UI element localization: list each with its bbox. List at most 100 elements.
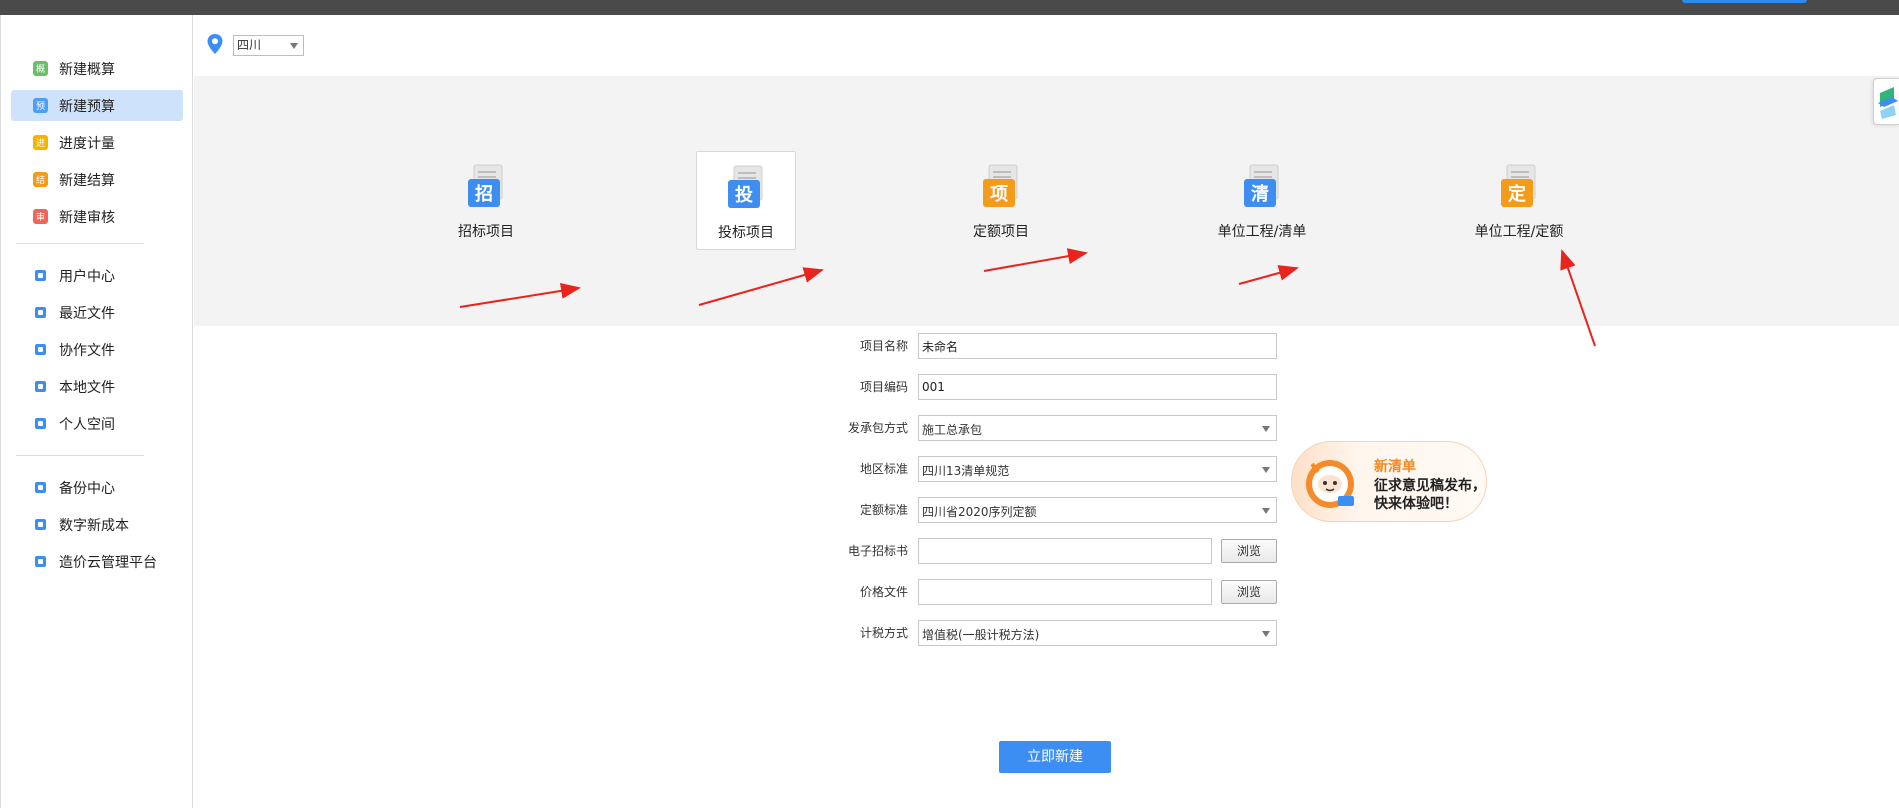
project-type-label: 定额项目 — [973, 224, 1029, 240]
sidebar-item[interactable]: 审新建审核 — [11, 201, 183, 232]
price-file-row: 价格文件 浏览 — [800, 579, 1280, 605]
sidebar-item[interactable]: 用户中心 — [11, 260, 183, 291]
tax-mode-select[interactable]: 增值税(一般计税方法) — [918, 620, 1277, 646]
tax-mode-value: 增值税(一般计税方法) — [922, 628, 1040, 642]
project-type-label: 单位工程/定额 — [1474, 224, 1564, 240]
layers-icon — [1878, 87, 1898, 119]
chevron-down-icon — [1262, 631, 1270, 637]
sidebar-item-label: 新建审核 — [59, 209, 115, 226]
sidebar-item-label: 个人空间 — [59, 416, 115, 433]
sidebar-item-label: 备份中心 — [59, 480, 115, 497]
region-select[interactable]: 四川 — [233, 35, 304, 56]
tax-mode-label: 计税方式 — [859, 626, 908, 640]
mascot-icon — [1306, 460, 1354, 508]
svg-text:招: 招 — [475, 183, 493, 205]
sidebar-item[interactable]: 协作文件 — [11, 334, 183, 365]
project-type-card[interactable]: 项定额项目 — [951, 151, 1051, 250]
project-code-input[interactable] — [918, 374, 1277, 400]
collaboration-icon — [33, 342, 48, 357]
svg-text:清: 清 — [1251, 184, 1269, 205]
audit-icon: 审 — [33, 209, 48, 224]
progress-icon: 进 — [33, 135, 48, 150]
sidebar-item[interactable]: 最近文件 — [11, 297, 183, 328]
price-file-browse-button[interactable]: 浏览 — [1221, 580, 1277, 604]
project-type-card[interactable]: 投投标项目 — [696, 151, 796, 250]
contract-mode-value: 施工总承包 — [922, 423, 983, 437]
project-code-row: 项目编码 — [800, 374, 1280, 400]
promo-line-1: 征求意见稿发布， — [1374, 478, 1486, 494]
sidebar-item-label: 新建概算 — [59, 61, 115, 78]
svg-text:定: 定 — [1508, 183, 1526, 205]
quota-standard-row: 定额标准 四川省2020序列定额 — [800, 497, 1280, 523]
project-name-row: 项目名称 — [800, 333, 1280, 359]
unit-bill-icon: 清 — [1240, 163, 1284, 209]
sidebar: 概新建概算预新建预算进进度计量结新建结算审新建审核 用户中心最近文件协作文件本地… — [0, 15, 193, 808]
sidebar-item-label: 协作文件 — [59, 342, 115, 359]
sidebar-item-label: 新建预算 — [59, 98, 115, 115]
sidebar-item[interactable]: 个人空间 — [11, 408, 183, 439]
project-name-input[interactable] — [918, 333, 1277, 359]
svg-text:项: 项 — [990, 184, 1008, 205]
chevron-down-icon — [1262, 467, 1270, 473]
sidebar-item[interactable]: 概新建概算 — [11, 53, 183, 84]
quota-standard-select[interactable]: 四川省2020序列定额 — [918, 497, 1277, 523]
title-bar-button[interactable] — [1682, 0, 1807, 3]
contract-mode-row: 发承包方式 施工总承包 — [800, 415, 1280, 441]
local-files-icon — [33, 379, 48, 394]
sidebar-divider — [16, 243, 144, 244]
sidebar-item[interactable]: 本地文件 — [11, 371, 183, 402]
tender-doc-browse-button[interactable]: 浏览 — [1221, 539, 1277, 563]
svg-text:投: 投 — [735, 184, 753, 206]
sidebar-item[interactable]: 备份中心 — [11, 472, 183, 503]
cloud-platform-icon — [33, 554, 48, 569]
sidebar-item[interactable]: 数字新成本 — [11, 509, 183, 540]
user-icon — [33, 268, 48, 283]
title-bar — [0, 0, 1899, 15]
price-file-label: 价格文件 — [859, 585, 908, 599]
digital-cost-icon — [33, 517, 48, 532]
contract-mode-select[interactable]: 施工总承包 — [918, 415, 1277, 441]
region-standard-row: 地区标准 四川13清单规范 — [800, 456, 1280, 482]
chevron-down-icon — [290, 43, 298, 49]
project-type-card[interactable]: 清单位工程/清单 — [1212, 151, 1312, 250]
settlement-icon: 结 — [33, 172, 48, 187]
sidebar-divider — [16, 455, 144, 456]
bid-submit-icon: 投 — [724, 164, 768, 210]
chevron-down-icon — [1262, 426, 1270, 432]
unit-quota-icon: 定 — [1497, 163, 1541, 209]
chevron-down-icon — [1262, 508, 1270, 514]
side-panel-toggle[interactable] — [1873, 78, 1899, 125]
new-bill-promo[interactable]: 新清单 征求意见稿发布， 快来体验吧！ — [1291, 441, 1487, 522]
project-type-panel: 招招标项目 投投标项目 项定额项目 清单位工程/清单 定单位工程/定额 — [194, 76, 1899, 326]
sidebar-item[interactable]: 结新建结算 — [11, 164, 183, 195]
location-pin-icon — [207, 34, 223, 54]
sidebar-item[interactable]: 进进度计量 — [11, 127, 183, 158]
project-type-card[interactable]: 定单位工程/定额 — [1469, 151, 1569, 250]
project-type-label: 招标项目 — [458, 224, 514, 240]
region-standard-select[interactable]: 四川13清单规范 — [918, 456, 1277, 482]
tender-doc-row: 电子招标书 浏览 — [800, 538, 1280, 564]
backup-icon — [33, 480, 48, 495]
quota-standard-label: 定额标准 — [859, 503, 908, 517]
sidebar-item-label: 进度计量 — [59, 135, 115, 152]
recent-files-icon — [33, 305, 48, 320]
region-bar: 四川 — [194, 15, 1899, 76]
sidebar-item-label: 用户中心 — [59, 268, 115, 285]
promo-title: 新清单 — [1374, 459, 1416, 475]
personal-space-icon — [33, 416, 48, 431]
project-type-card[interactable]: 招招标项目 — [436, 151, 536, 250]
price-file-input[interactable] — [918, 579, 1212, 605]
sidebar-item[interactable]: 预新建预算 — [11, 90, 183, 121]
project-type-label: 投标项目 — [718, 225, 774, 241]
sidebar-item[interactable]: 造价云管理平台 — [11, 546, 183, 577]
project-code-label: 项目编码 — [859, 380, 908, 394]
tender-doc-label: 电子招标书 — [847, 544, 908, 558]
budget-icon: 预 — [33, 98, 48, 113]
sidebar-item-label: 本地文件 — [59, 379, 115, 396]
project-name-label: 项目名称 — [859, 339, 908, 353]
tender-doc-input[interactable] — [918, 538, 1212, 564]
quota-project-icon: 项 — [979, 163, 1023, 209]
create-now-button[interactable]: 立即新建 — [999, 741, 1111, 773]
region-standard-label: 地区标准 — [859, 462, 908, 476]
sidebar-item-label: 最近文件 — [59, 305, 115, 322]
